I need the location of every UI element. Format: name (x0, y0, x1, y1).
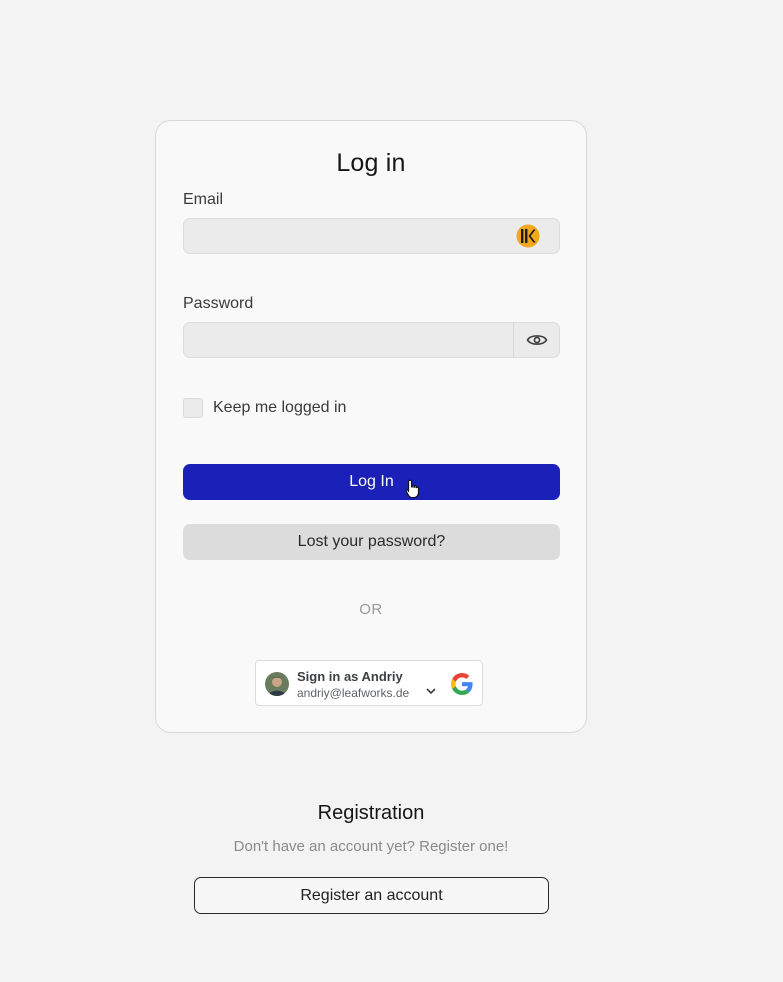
google-signin-button[interactable]: Sign in as Andriy andriy@leafworks.de (255, 660, 483, 706)
email-field-wrapper (183, 218, 560, 254)
email-input[interactable] (184, 219, 559, 253)
keep-logged-in-label: Keep me logged in (213, 399, 347, 416)
registration-title: Registration (317, 802, 425, 824)
register-account-button[interactable]: Register an account (194, 877, 549, 914)
google-account-name: Sign in as Andriy (297, 669, 403, 684)
or-divider: OR (359, 601, 383, 618)
google-account-email: andriy@leafworks.de (297, 686, 410, 700)
keep-logged-in-checkbox[interactable] (183, 398, 203, 418)
hand-pointer-icon (405, 479, 420, 499)
registration-subtitle: Don't have an account yet? Register one! (233, 838, 509, 855)
keeper-logo-icon[interactable] (516, 224, 540, 248)
password-label: Password (183, 295, 254, 312)
login-button[interactable]: Log In (183, 464, 560, 500)
show-password-button[interactable] (513, 323, 559, 357)
avatar (265, 672, 289, 696)
email-label: Email (183, 191, 224, 208)
lost-password-button[interactable]: Lost your password? (183, 524, 560, 560)
google-logo-icon (451, 673, 473, 695)
keep-logged-in-row: Keep me logged in (183, 397, 346, 419)
password-input[interactable] (184, 323, 515, 357)
eye-icon (526, 335, 547, 345)
login-button-label: Log In (349, 473, 394, 490)
login-title: Log in (336, 149, 406, 177)
password-field-wrapper (183, 322, 560, 358)
login-card: Log in Email Password Keep me logged in … (155, 120, 587, 733)
chevron-down-icon[interactable] (426, 688, 436, 695)
